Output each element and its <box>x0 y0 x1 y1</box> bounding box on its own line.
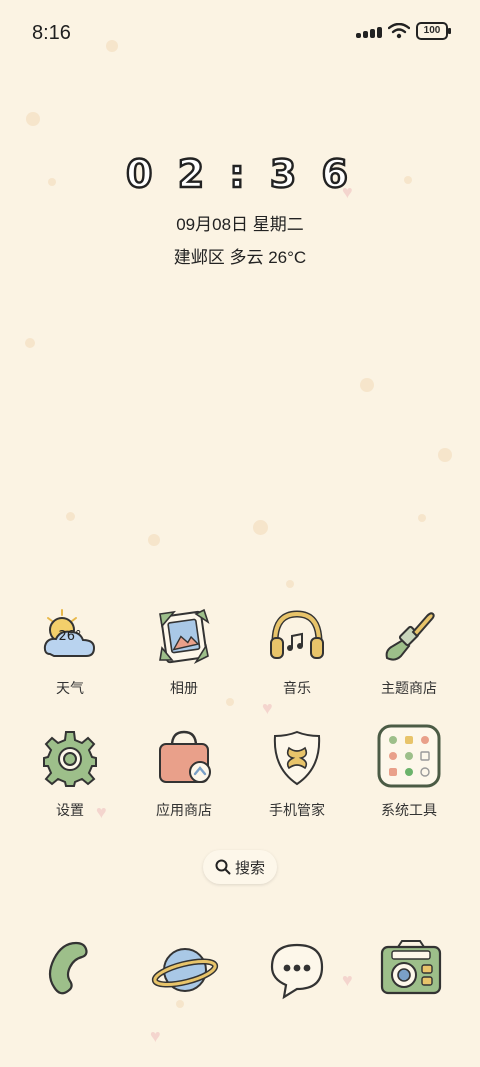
app-system-tools[interactable]: 系统工具 <box>349 724 469 820</box>
background-dot <box>286 580 294 588</box>
background-dot <box>438 448 452 462</box>
app-label: 音乐 <box>283 680 311 696</box>
dock-browser[interactable] <box>150 935 220 1005</box>
gallery-icon <box>154 606 214 666</box>
app-theme-store[interactable]: 主题商店 <box>349 606 469 698</box>
paintbrush-icon <box>379 606 439 666</box>
background-heart: ♥ <box>150 1026 161 1046</box>
clock-widget[interactable]: 0 2 : 3 6 09月08日 星期二 建邺区 多云 26°C <box>0 151 480 268</box>
camera-icon <box>380 940 442 995</box>
app-label: 设置 <box>56 802 84 818</box>
background-dot <box>418 514 426 522</box>
app-label: 手机管家 <box>269 802 325 818</box>
search-icon <box>215 859 231 875</box>
clock-date: 09月08日 星期二 <box>176 215 304 234</box>
phone-icon <box>48 941 88 995</box>
chat-bubble-icon <box>270 943 324 1000</box>
gear-icon <box>40 728 100 788</box>
app-phone-manager[interactable]: 手机管家 <box>237 728 357 820</box>
background-dot <box>226 698 234 706</box>
background-dot <box>360 378 374 392</box>
clock-time: 0 2 : 3 6 <box>125 151 354 197</box>
status-time: 8:16 <box>32 22 71 44</box>
background-heart: ♥ <box>262 698 273 718</box>
background-dot <box>253 520 268 535</box>
svg-text:26°: 26° <box>58 629 81 644</box>
dock-messages[interactable] <box>262 935 332 1005</box>
background-heart: ♥ <box>342 970 353 990</box>
status-icons: 100 <box>356 22 451 40</box>
app-label: 天气 <box>56 680 84 696</box>
app-weather[interactable]: 26° 天气 <box>10 606 130 698</box>
app-label: 主题商店 <box>381 680 437 696</box>
app-gallery[interactable]: 相册 <box>124 606 244 698</box>
signal-dots-icon <box>356 24 382 38</box>
app-music[interactable]: 音乐 <box>237 606 357 698</box>
search-label: 搜索 <box>234 859 265 877</box>
app-store[interactable]: 应用商店 <box>124 728 244 820</box>
clock-weather: 建邺区 多云 26°C <box>173 248 307 267</box>
app-settings[interactable]: 设置 <box>10 728 130 820</box>
app-label: 系统工具 <box>381 802 437 818</box>
background-dot <box>66 512 75 521</box>
background-dot <box>25 338 35 348</box>
app-label: 应用商店 <box>156 802 212 818</box>
planet-browser-icon <box>151 948 219 992</box>
status-bar: 8:16 100 <box>0 0 480 64</box>
app-label: 相册 <box>170 680 198 696</box>
weather-icon: 26° <box>40 606 100 666</box>
search-button[interactable]: 搜索 <box>203 850 277 884</box>
folder-icon <box>377 724 441 788</box>
shield-icon <box>267 728 327 788</box>
dock-camera[interactable] <box>376 935 446 1005</box>
shopping-bag-icon <box>154 728 214 788</box>
battery-icon: 100 <box>416 22 451 40</box>
background-dot <box>148 534 160 546</box>
background-dot <box>26 112 40 126</box>
dock-phone[interactable] <box>36 935 106 1005</box>
wifi-icon <box>388 23 410 39</box>
headphones-icon <box>267 606 327 666</box>
